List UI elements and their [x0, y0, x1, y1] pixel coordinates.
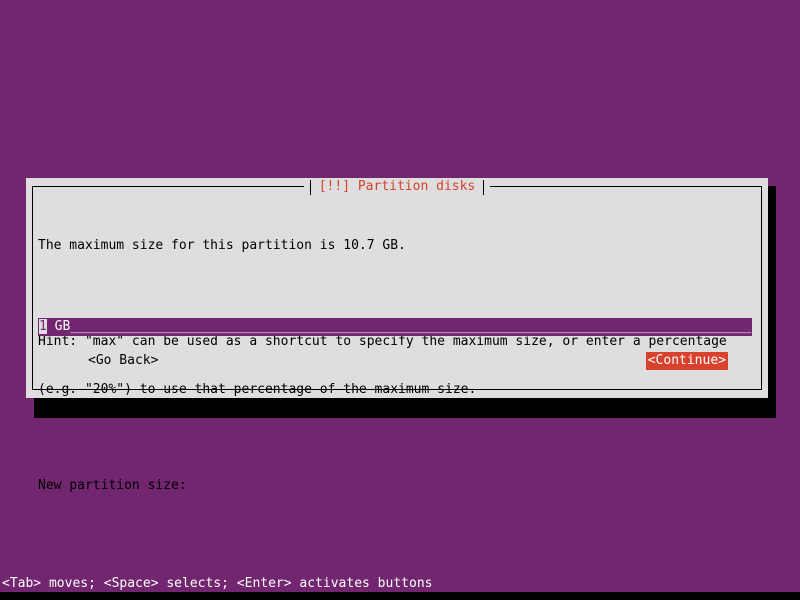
partition-size-input-row[interactable]: 1 GB____________________________________…: [38, 318, 752, 336]
input-fill: ________________________________________…: [70, 319, 752, 334]
hint-line-2: (e.g. "20%") to use that percentage of t…: [38, 382, 477, 397]
go-back-button[interactable]: <Go Back>: [86, 352, 160, 370]
dialog-button-row: <Go Back> <Continue>: [38, 352, 752, 370]
info-line-max-size: The maximum size for this partition is 1…: [38, 238, 406, 253]
hint-line-1: Hint: "max" can be used as a shortcut to…: [38, 334, 727, 349]
partition-disks-dialog: [!!] Partition disks The maximum size fo…: [26, 178, 768, 493]
new-partition-size-label: New partition size:: [38, 478, 187, 493]
spacer-line-2: [38, 430, 754, 446]
input-caret-char: 1: [39, 319, 47, 334]
bottom-black-strip: [0, 592, 800, 600]
status-help-text: <Tab> moves; <Space> selects; <Enter> ac…: [2, 576, 433, 591]
installer-screen: [!!] Partition disks The maximum size fo…: [0, 0, 800, 600]
continue-button[interactable]: <Continue>: [645, 352, 728, 370]
partition-size-input[interactable]: 1 GB____________________________________…: [38, 318, 752, 336]
input-value-rest: GB: [46, 319, 71, 334]
spacer-line-1: [38, 286, 754, 302]
status-help-bar: <Tab> moves; <Space> selects; <Enter> ac…: [0, 576, 800, 592]
